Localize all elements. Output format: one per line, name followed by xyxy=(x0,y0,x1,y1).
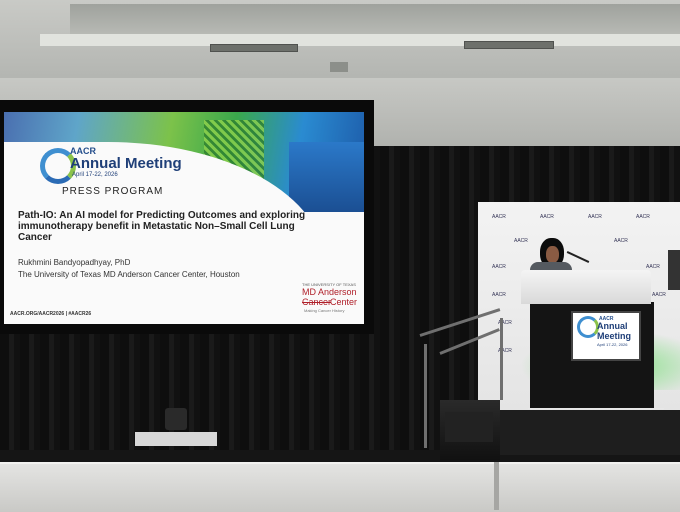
backdrop-logo: AACR xyxy=(652,292,666,298)
mda-logo-tagline: Making Cancer History xyxy=(304,308,345,313)
stair-railing-post xyxy=(424,344,427,448)
backdrop-logo: AACR xyxy=(492,264,506,270)
slide-footer: AACR.ORG/AACR2026 | #AACR26 xyxy=(10,311,92,317)
podium-sign-dates: April 17-22, 2026 xyxy=(597,342,628,347)
backdrop-logo: AACR xyxy=(588,214,602,220)
backdrop-logo: AACR xyxy=(540,214,554,220)
ceiling-vent xyxy=(464,41,554,49)
mda-logo-center: Center xyxy=(330,297,358,307)
speaker-face xyxy=(546,246,559,263)
backdrop-logo: AACR xyxy=(614,238,628,244)
slide-talk-title: Path-IO: An AI model for Predicting Outc… xyxy=(18,210,306,243)
slide-event-dates: April 17-22, 2026 xyxy=(72,172,118,178)
podium-aacr-swirl-icon xyxy=(577,316,599,338)
foreground-table xyxy=(0,462,680,512)
backdrop-logo: AACR xyxy=(492,214,506,220)
ceiling-panel xyxy=(70,4,680,37)
stage-monitor xyxy=(445,412,493,442)
slide-speaker-name: Rukhmini Bandyopadhyay, PhD xyxy=(18,258,131,267)
podium-sign-meeting: Meeting xyxy=(597,331,632,341)
backdrop-logo: AACR xyxy=(514,238,528,244)
stage-light-fixture xyxy=(165,408,187,430)
presentation-slide: AACR Annual Meeting April 17-22, 2026 PR… xyxy=(4,112,364,324)
podium-sign-annual: Annual xyxy=(597,321,628,331)
stage-platform xyxy=(495,410,680,455)
mda-logo-cancer: Cancer xyxy=(302,297,332,307)
podium-top xyxy=(521,270,651,304)
wall-speaker xyxy=(330,62,348,72)
slide-speaker-affiliation: The University of Texas MD Anderson Canc… xyxy=(18,270,240,279)
stage-light-shelf xyxy=(135,432,217,446)
side-equipment xyxy=(668,250,680,290)
slide-press-program: PRESS PROGRAM xyxy=(62,186,164,197)
stair-railing-post xyxy=(500,318,503,400)
table-seam xyxy=(494,462,499,510)
ceiling-bevel xyxy=(40,34,680,46)
backdrop-logo: AACR xyxy=(646,264,660,270)
lab-researchers-image xyxy=(289,142,364,212)
backdrop-logo: AACR xyxy=(492,292,506,298)
mda-logo-main: MD Anderson xyxy=(302,287,357,297)
ceiling-vent xyxy=(210,44,298,52)
slide-event-name: Annual Meeting xyxy=(70,155,182,172)
backdrop-logo: AACR xyxy=(636,214,650,220)
